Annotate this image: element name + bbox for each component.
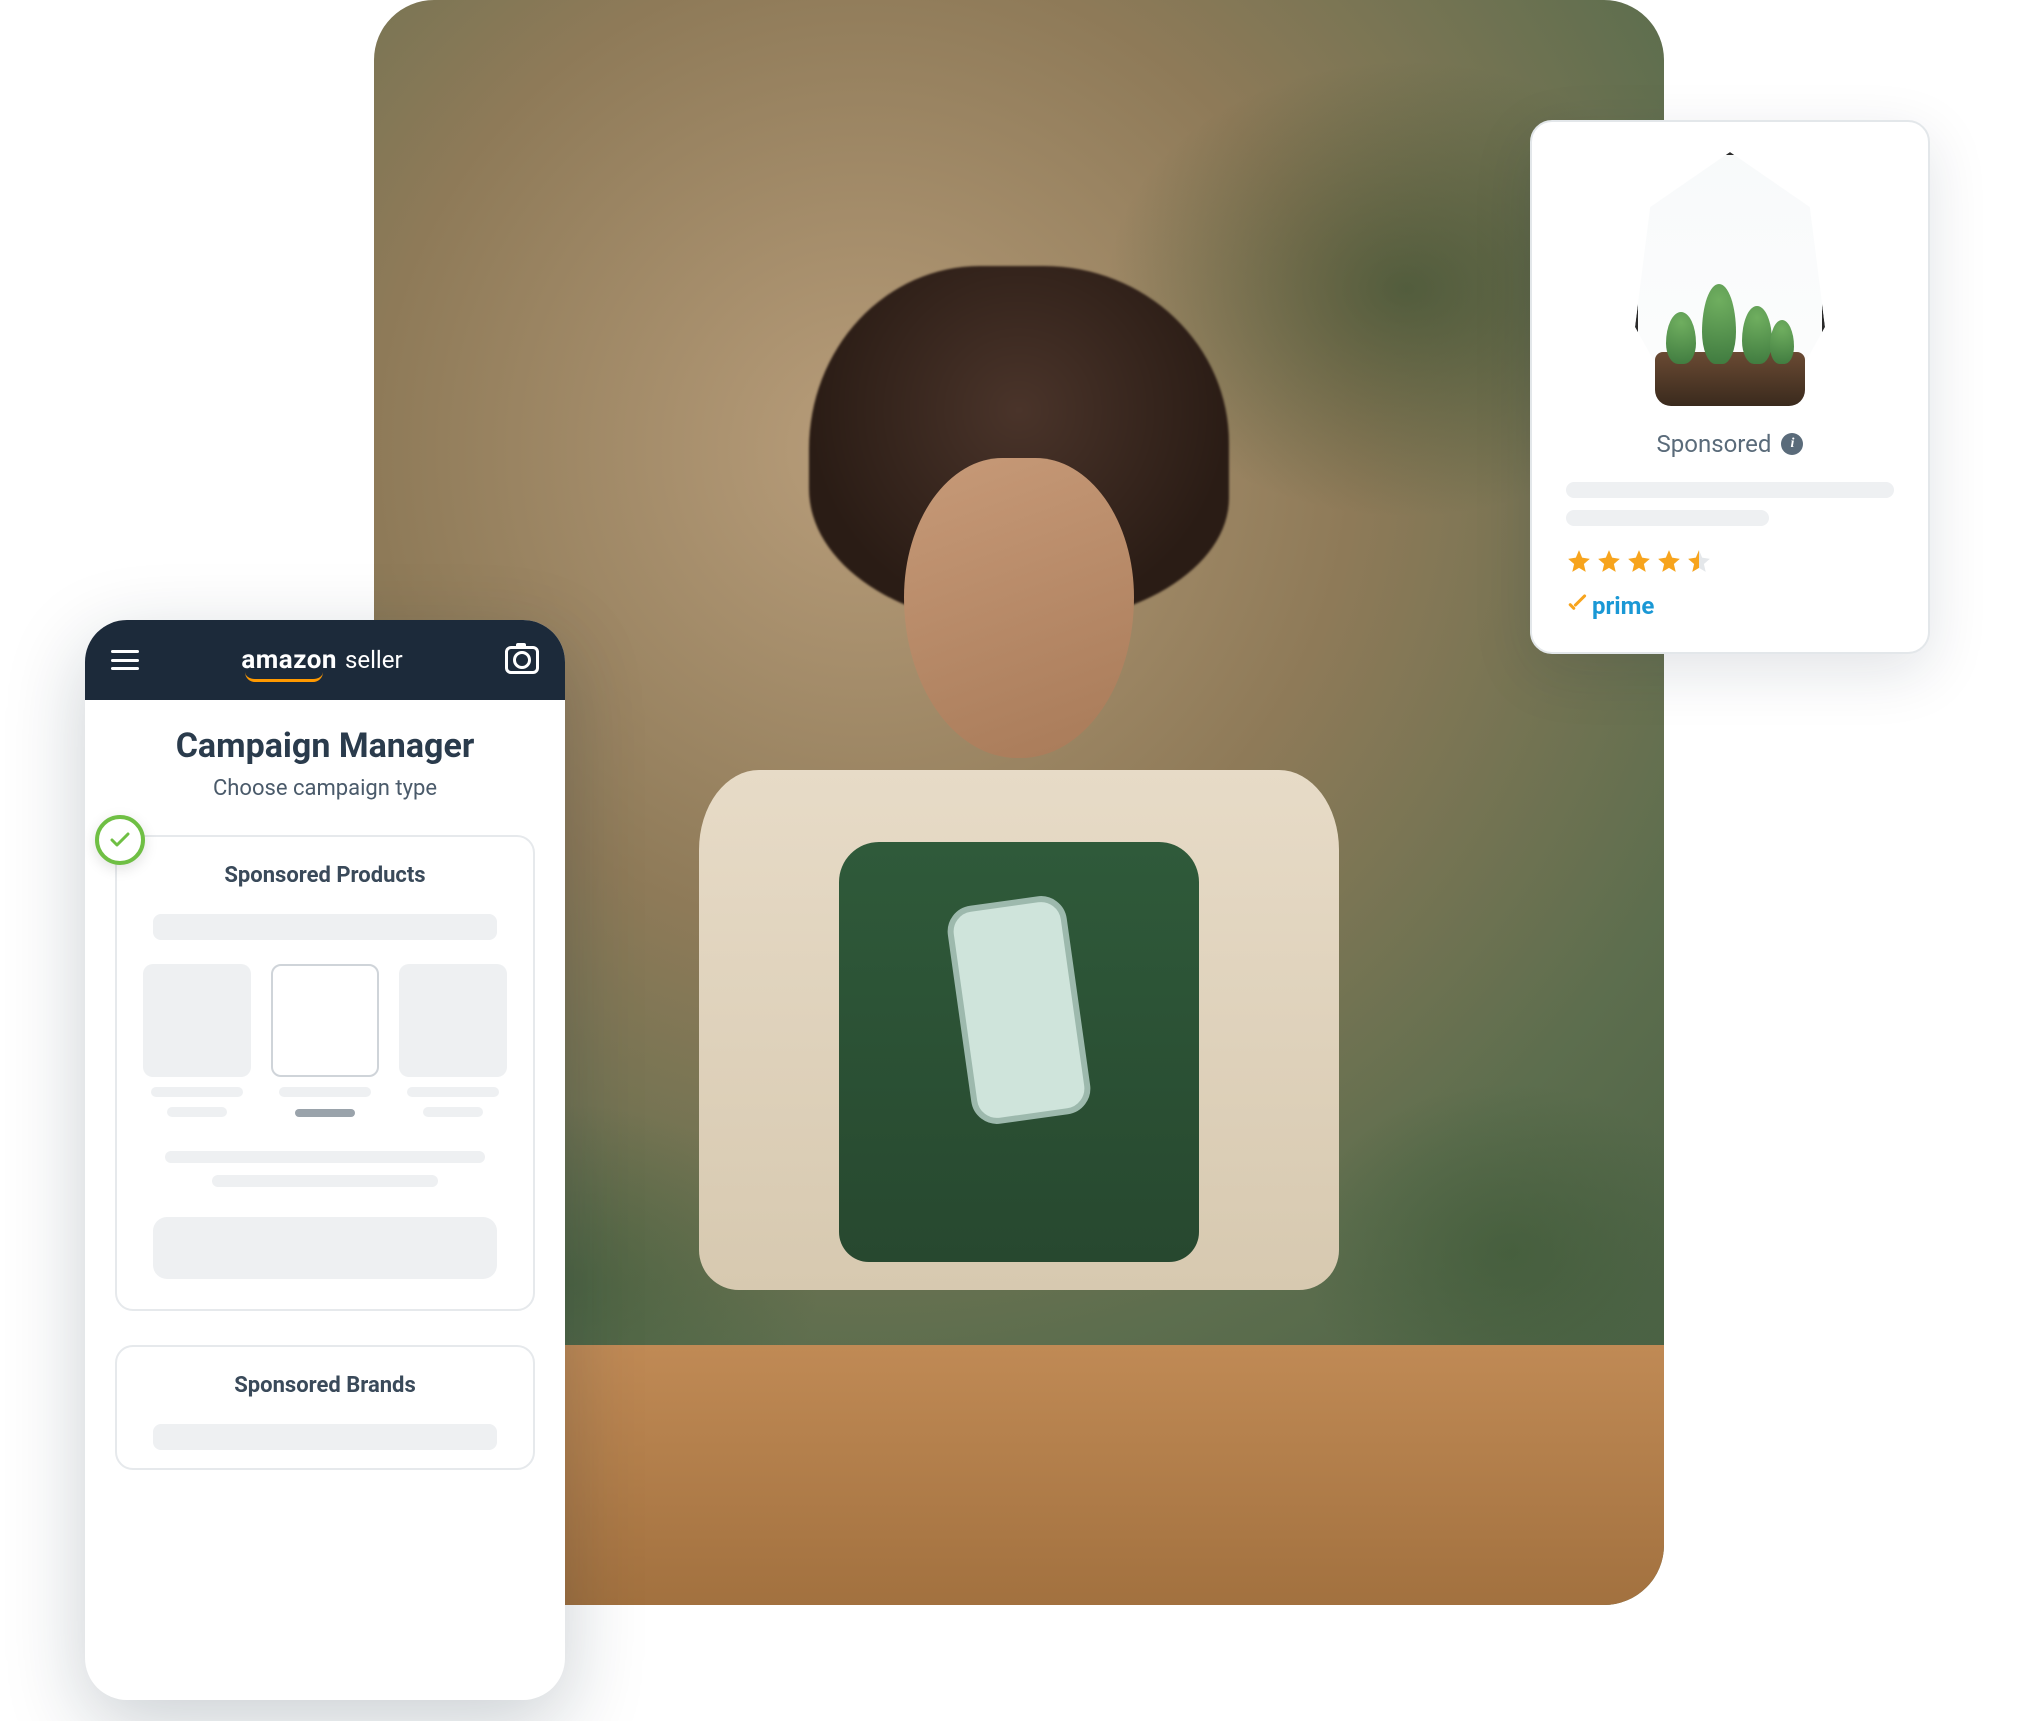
check-icon xyxy=(95,815,145,865)
star-icon xyxy=(1656,548,1682,574)
info-icon[interactable]: i xyxy=(1781,433,1803,455)
cta-placeholder[interactable] xyxy=(153,1217,497,1279)
star-icon xyxy=(1626,548,1652,574)
sponsored-label-row: Sponsored i xyxy=(1657,430,1804,458)
campaign-option-sponsored-products[interactable]: Sponsored Products xyxy=(115,835,535,1311)
app-header: amazon seller xyxy=(85,620,565,700)
thumbnail[interactable] xyxy=(143,964,251,1117)
placeholder-line xyxy=(1566,510,1769,526)
star-icon xyxy=(1566,548,1592,574)
prime-check-icon xyxy=(1566,595,1588,617)
hero-photo xyxy=(374,0,1664,1605)
thumbnail[interactable] xyxy=(399,964,507,1117)
option-title: Sponsored Brands xyxy=(143,1373,507,1398)
prime-badge: prime xyxy=(1566,592,1654,620)
option-title: Sponsored Products xyxy=(143,863,507,888)
sponsored-label: Sponsored xyxy=(1657,430,1772,458)
star-rating xyxy=(1566,548,1712,574)
sponsored-product-card[interactable]: Sponsored i xyxy=(1530,120,1930,654)
hamburger-icon[interactable] xyxy=(111,650,139,670)
person-illustration xyxy=(639,170,1399,1370)
thumbnail-selected[interactable] xyxy=(271,964,379,1117)
star-icon xyxy=(1596,548,1622,574)
brand-logo: amazon seller xyxy=(241,645,402,675)
campaign-option-sponsored-brands[interactable]: Sponsored Brands xyxy=(115,1345,535,1470)
page-title: Campaign Manager xyxy=(115,726,535,766)
placeholder-paragraph xyxy=(143,1151,507,1187)
page-subtitle: Choose campaign type xyxy=(115,776,535,801)
product-image xyxy=(1630,152,1830,412)
prime-label: prime xyxy=(1592,592,1654,620)
app-body: Campaign Manager Choose campaign type Sp… xyxy=(85,700,565,1700)
composition: Sponsored i xyxy=(0,0,2036,1721)
product-thumbnails xyxy=(143,964,507,1117)
placeholder-line xyxy=(153,1424,497,1450)
brand-main: amazon xyxy=(241,645,337,675)
star-half-icon xyxy=(1686,548,1712,574)
camera-icon[interactable] xyxy=(505,646,539,674)
placeholder-line xyxy=(1566,482,1894,498)
seller-app-mock: amazon seller Campaign Manager Choose ca… xyxy=(85,620,565,1700)
placeholder-line xyxy=(153,914,497,940)
brand-sub: seller xyxy=(345,646,403,674)
